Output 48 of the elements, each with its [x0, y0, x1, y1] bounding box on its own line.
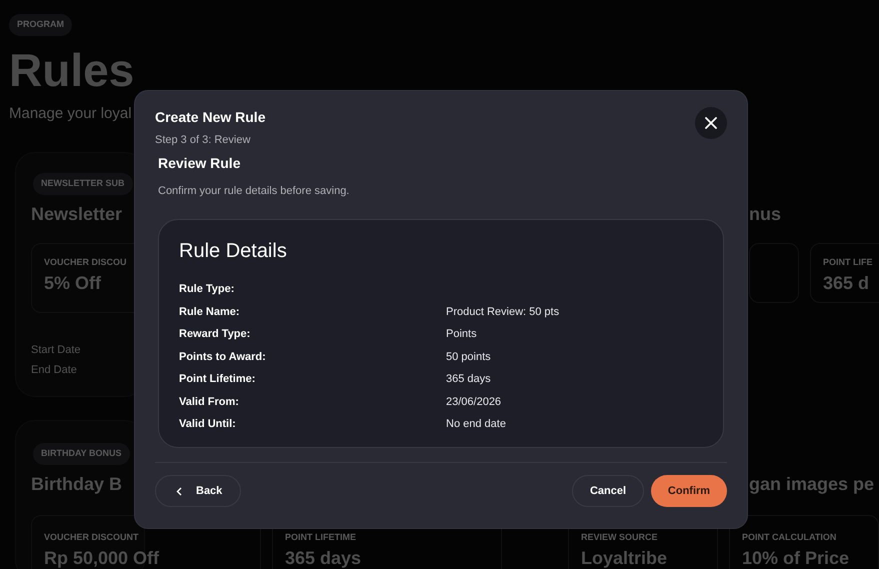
stat-value: Rp 50,000 Off [44, 546, 160, 569]
detail-label: Valid Until: [179, 417, 237, 432]
stat-value: 10% of Price [742, 546, 850, 569]
stat-label: VOUCHER DISCOU [44, 256, 128, 269]
stat-label: POINT LIFETIME [285, 531, 357, 544]
stat-value: 5% Off [44, 272, 102, 294]
card-title: nus [749, 203, 782, 226]
detail-label: Reward Type: [179, 327, 252, 342]
detail-value: 23/06/2026 [446, 394, 502, 410]
detail-value: No end date [446, 417, 507, 432]
confirm-button[interactable]: Confirm [651, 475, 727, 507]
detail-label: Points to Award: [179, 350, 267, 364]
detail-label: Point Lifetime: [179, 372, 256, 387]
date-label: End Date [31, 363, 77, 378]
card-badge: BIRTHDAY BONUS [33, 443, 130, 464]
stat-value: 365 d [823, 272, 870, 294]
section-title: Review Rule [158, 154, 242, 172]
detail-value: Points [446, 327, 478, 342]
back-button[interactable]: Back [155, 475, 241, 507]
section-hint: Confirm your rule details before saving. [158, 184, 350, 198]
stat-label: POINT LIFE [823, 256, 874, 269]
date-label: Start Date [31, 343, 81, 358]
stat-value: 365 days [285, 546, 362, 569]
step-indicator: Step 3 of 3: Review [155, 133, 252, 148]
close-button[interactable] [695, 107, 727, 139]
card-title: gan images pe [749, 473, 874, 496]
detail-value: Product Review: 50 pts [446, 304, 560, 320]
stat-label: POINT CALCULATION [742, 531, 838, 544]
cancel-button[interactable]: Cancel [572, 475, 644, 507]
stat-card [749, 243, 799, 303]
detail-value: 50 points [446, 350, 492, 364]
dialog-title: Create New Rule [155, 108, 266, 127]
page-badge: PROGRAM [9, 14, 72, 36]
card-title: Birthday B [31, 473, 122, 496]
card-badge: NEWSLETTER SUB [33, 173, 133, 194]
detail-label: Rule Type: [179, 282, 236, 297]
stat-label: VOUCHER DISCOUNT [44, 531, 140, 544]
chevron-left-icon [176, 486, 182, 496]
details-title: Rule Details [179, 239, 288, 264]
detail-value: 365 days [446, 372, 492, 387]
detail-label: Rule Name: [179, 304, 241, 320]
detail-label: Valid From: [179, 394, 240, 410]
page-title: Rules [9, 47, 134, 93]
page-subtitle: Manage your loyal [9, 104, 132, 124]
card-title: Newsletter [31, 203, 122, 226]
close-icon [705, 117, 717, 129]
stat-label: REVIEW SOURCE [581, 531, 659, 544]
stat-value: Loyaltribe [581, 546, 668, 569]
